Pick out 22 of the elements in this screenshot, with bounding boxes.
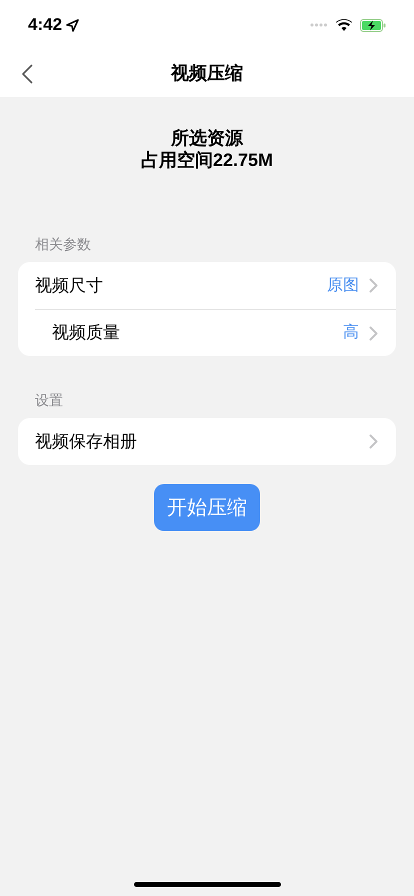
- location-arrow-icon: [66, 18, 80, 32]
- chevron-right-icon: [369, 278, 378, 293]
- row-label: 视频保存相册: [35, 430, 138, 453]
- row-label: 视频质量: [52, 322, 121, 344]
- row-label: 视频尺寸: [35, 274, 104, 297]
- section-header: 相关参数: [35, 234, 91, 254]
- settings-row[interactable]: 视频保存相册: [18, 418, 396, 465]
- signal-icon: [310, 23, 328, 27]
- chevron-right-icon: [369, 434, 378, 449]
- back-chevron-icon: [21, 64, 33, 84]
- section-header: 设置: [35, 390, 63, 410]
- settings-row[interactable]: 视频质量 高: [35, 309, 396, 356]
- settings-row[interactable]: 视频尺寸 原图: [18, 262, 396, 309]
- chevron-right-icon: [369, 326, 378, 340]
- row-value: 高: [343, 322, 359, 343]
- storage-size-text: 占用空间22.75M: [140, 149, 274, 171]
- row-value: 原图: [327, 276, 359, 296]
- wifi-icon: [336, 19, 352, 31]
- summary-title: 所选资源: [171, 127, 243, 149]
- battery-charging-icon: [360, 18, 386, 32]
- status-time: 4:42: [28, 14, 62, 36]
- page-title: 视频压缩: [171, 62, 243, 85]
